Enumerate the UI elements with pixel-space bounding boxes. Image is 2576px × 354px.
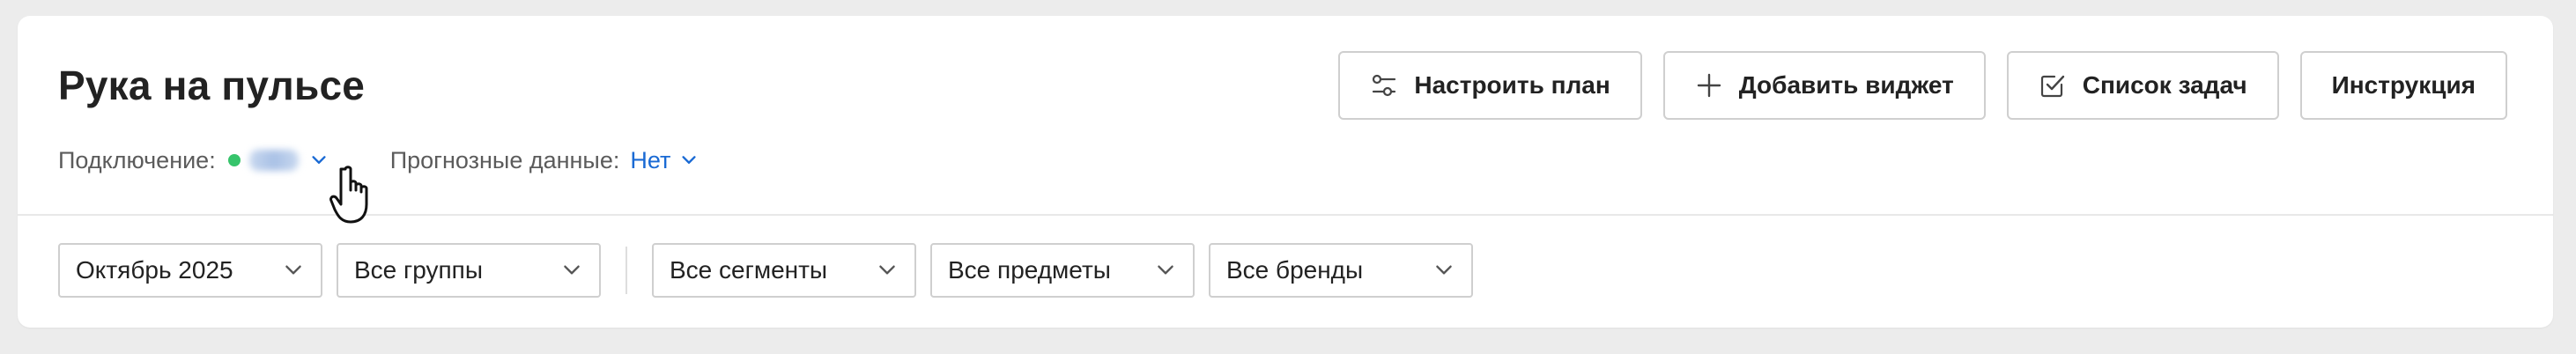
add-widget-label: Добавить виджет <box>1738 71 1954 99</box>
connection-label: Подключение: <box>58 146 216 173</box>
task-list-button[interactable]: Список задач <box>2006 51 2279 120</box>
segments-select[interactable]: Все сегменты <box>652 243 916 298</box>
page-header: Рука на пульсе Подключение: Прогнозные д… <box>18 16 2553 216</box>
chevron-down-icon <box>1436 265 1452 275</box>
connection-name-blurred[interactable] <box>248 150 299 171</box>
page-title: Рука на пульсе <box>58 63 366 108</box>
chevron-down-icon <box>285 265 301 275</box>
segments-select-value: Все сегменты <box>670 256 828 284</box>
plus-icon <box>1697 73 1721 98</box>
chevron-down-icon <box>1158 265 1173 275</box>
connection-status-dot <box>227 154 241 166</box>
chevron-down-icon <box>564 265 580 275</box>
subjects-select[interactable]: Все предметы <box>930 243 1195 298</box>
period-select[interactable]: Октябрь 2025 <box>58 243 322 298</box>
task-list-label: Список задач <box>2082 71 2247 99</box>
add-widget-button[interactable]: Добавить виджет <box>1662 51 1986 120</box>
forecast-value-dropdown[interactable]: Нет <box>630 147 670 174</box>
chevron-down-icon <box>879 265 895 275</box>
subjects-select-value: Все предметы <box>948 256 1111 284</box>
brands-select[interactable]: Все бренды <box>1209 243 1473 298</box>
period-select-value: Октябрь 2025 <box>76 256 233 284</box>
hand-cursor-icon <box>329 166 368 224</box>
instruction-label: Инструкция <box>2331 71 2476 99</box>
checkbox-icon <box>2040 75 2064 98</box>
sliders-icon <box>1373 74 1396 97</box>
filters-divider <box>625 247 627 294</box>
brands-select-value: Все бренды <box>1226 256 1364 284</box>
chevron-down-icon[interactable] <box>679 151 699 170</box>
groups-select[interactable]: Все группы <box>337 243 601 298</box>
configure-plan-button[interactable]: Настроить план <box>1338 51 1642 120</box>
configure-plan-label: Настроить план <box>1414 71 1610 99</box>
header-actions: Настроить план Добавить виджет Список за… <box>1338 51 2507 120</box>
forecast-label: Прогнозные данные: <box>389 146 620 173</box>
instruction-button[interactable]: Инструкция <box>2299 51 2507 120</box>
dashboard-header-card: Рука на пульсе Подключение: Прогнозные д… <box>18 16 2553 328</box>
filters-bar: Октябрь 2025 Все группы Все сегменты Все… <box>58 243 1487 298</box>
groups-select-value: Все группы <box>354 256 483 284</box>
